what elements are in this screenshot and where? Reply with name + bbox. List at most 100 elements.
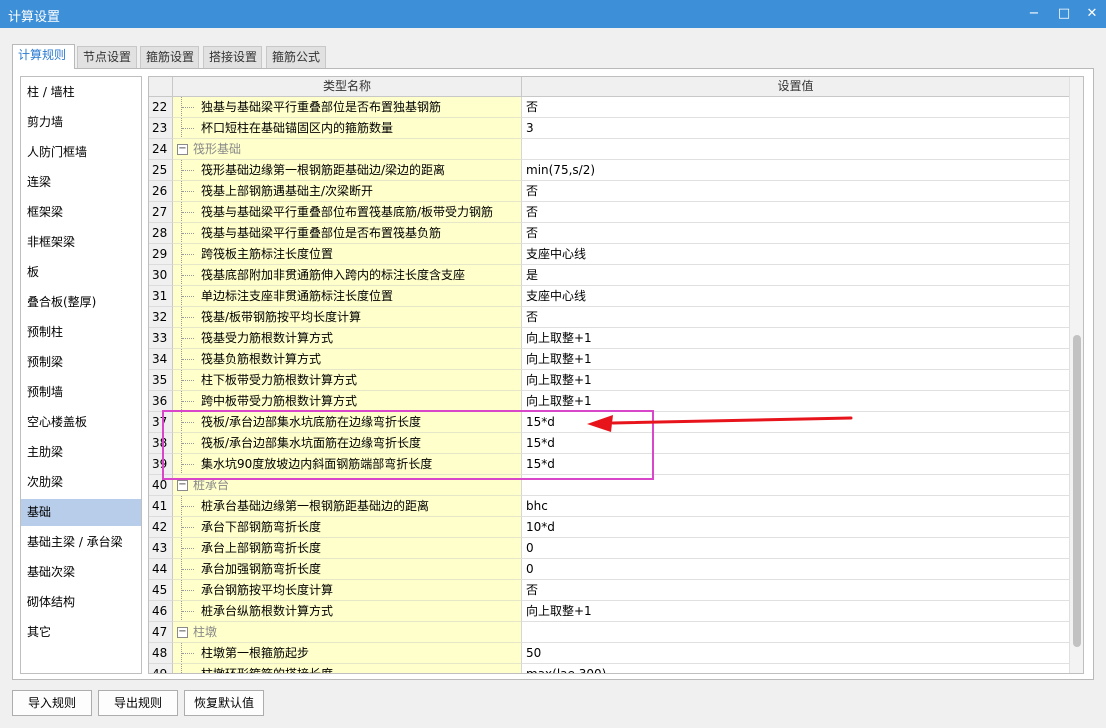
tab-stirrup-formula[interactable]: 箍筋公式 (266, 46, 326, 68)
export-rules-button[interactable]: 导出规则 (98, 690, 178, 716)
sidebar-item[interactable]: 板 (21, 259, 141, 286)
header-setting-value[interactable]: 设置值 (522, 77, 1069, 97)
table-row[interactable]: 43 承台上部钢筋弯折长度 0 (149, 538, 1069, 559)
setting-value-cell[interactable]: 向上取整+1 (522, 601, 1069, 622)
sidebar-item[interactable]: 其它 (21, 619, 141, 646)
setting-value-cell[interactable]: 50 (522, 643, 1069, 664)
table-row[interactable]: 27 筏基与基础梁平行重叠部位布置筏基底筋/板带受力钢筋 否 (149, 202, 1069, 223)
scrollbar-thumb[interactable] (1073, 335, 1081, 647)
tab-lap-settings[interactable]: 搭接设置 (203, 46, 262, 68)
table-row[interactable]: 38 筏板/承台边部集水坑面筋在边缘弯折长度 15*d (149, 433, 1069, 454)
table-row[interactable]: 37 筏板/承台边部集水坑底筋在边缘弯折长度 15*d (149, 412, 1069, 433)
setting-value-cell[interactable]: 向上取整+1 (522, 391, 1069, 412)
table-row[interactable]: 34 筏基负筋根数计算方式 向上取整+1 (149, 349, 1069, 370)
sidebar-item[interactable]: 基础次梁 (21, 559, 141, 586)
table-row[interactable]: 42 承台下部钢筋弯折长度 10*d (149, 517, 1069, 538)
setting-value-cell[interactable]: 15*d (522, 454, 1069, 475)
setting-value-cell[interactable]: 向上取整+1 (522, 370, 1069, 391)
group-row[interactable]: 40− 桩承台 (149, 475, 1069, 496)
sidebar-item[interactable]: 基础 (21, 499, 141, 526)
sidebar-item[interactable]: 叠合板(整厚) (21, 289, 141, 316)
sidebar-item[interactable]: 基础主梁 / 承台梁 (21, 529, 141, 556)
setting-value-cell[interactable]: 否 (522, 181, 1069, 202)
group-row[interactable]: 24− 筏形基础 (149, 139, 1069, 160)
table-row[interactable]: 25 筏形基础边缘第一根钢筋距基础边/梁边的距离 min(75,s/2) (149, 160, 1069, 181)
setting-value-cell[interactable]: 否 (522, 223, 1069, 244)
header-type-name[interactable]: 类型名称 (173, 77, 522, 97)
table-row[interactable]: 22 独基与基础梁平行重叠部位是否布置独基钢筋 否 (149, 97, 1069, 118)
setting-value-cell[interactable]: 10*d (522, 517, 1069, 538)
table-row[interactable]: 41 桩承台基础边缘第一根钢筋距基础边的距离 bhc (149, 496, 1069, 517)
table-row[interactable]: 44 承台加强钢筋弯折长度 0 (149, 559, 1069, 580)
sidebar-item[interactable]: 空心楼盖板 (21, 409, 141, 436)
table-row[interactable]: 39 集水坑90度放坡边内斜面钢筋端部弯折长度 15*d (149, 454, 1069, 475)
collapse-icon[interactable]: − (177, 480, 188, 491)
setting-value-cell[interactable]: 是 (522, 265, 1069, 286)
group-label: 桩承台 (193, 478, 230, 492)
setting-value-cell[interactable]: 否 (522, 580, 1069, 601)
tab-stirrup-settings[interactable]: 箍筋设置 (140, 46, 199, 68)
sidebar-item[interactable]: 预制墙 (21, 379, 141, 406)
sidebar-item[interactable]: 剪力墙 (21, 109, 141, 136)
setting-value-cell[interactable]: max(lae,300) (522, 664, 1069, 673)
table-row[interactable]: 35 柱下板带受力筋根数计算方式 向上取整+1 (149, 370, 1069, 391)
sidebar-item[interactable]: 连梁 (21, 169, 141, 196)
table-row[interactable]: 26 筏基上部钢筋遇基础主/次梁断开 否 (149, 181, 1069, 202)
setting-value-cell[interactable]: 15*d (522, 433, 1069, 454)
table-row[interactable]: 23 杯口短柱在基础锚固区内的箍筋数量 3 (149, 118, 1069, 139)
sidebar-item[interactable]: 主肋梁 (21, 439, 141, 466)
tree-line-icon (181, 517, 195, 537)
setting-value-cell[interactable]: 向上取整+1 (522, 349, 1069, 370)
tree-line-icon (181, 559, 195, 579)
maximize-icon[interactable]: □ (1050, 2, 1078, 26)
setting-value-cell[interactable]: 否 (522, 202, 1069, 223)
collapse-icon[interactable]: − (177, 144, 188, 155)
table-row[interactable]: 28 筏基与基础梁平行重叠部位是否布置筏基负筋 否 (149, 223, 1069, 244)
table-row[interactable]: 29 跨筏板主筋标注长度位置 支座中心线 (149, 244, 1069, 265)
type-name-label: 跨中板带受力筋根数计算方式 (201, 394, 358, 408)
row-number: 22 (149, 97, 173, 118)
setting-value-cell[interactable]: 15*d (522, 412, 1069, 433)
sidebar-item[interactable]: 预制梁 (21, 349, 141, 376)
collapse-icon[interactable]: − (177, 627, 188, 638)
sidebar-item[interactable]: 人防门框墙 (21, 139, 141, 166)
sidebar-item[interactable]: 框架梁 (21, 199, 141, 226)
setting-value-cell[interactable]: 否 (522, 97, 1069, 118)
table-row[interactable]: 45 承台钢筋按平均长度计算 否 (149, 580, 1069, 601)
setting-value-cell[interactable]: bhc (522, 496, 1069, 517)
tab-node-settings[interactable]: 节点设置 (77, 46, 137, 68)
type-name-cell: 筏基底部附加非贯通筋伸入跨内的标注长度含支座 (173, 265, 522, 286)
table-row[interactable]: 31 单边标注支座非贯通筋标注长度位置 支座中心线 (149, 286, 1069, 307)
type-name-cell: 承台下部钢筋弯折长度 (173, 517, 522, 538)
sidebar-item[interactable]: 预制柱 (21, 319, 141, 346)
sidebar-item[interactable]: 次肋梁 (21, 469, 141, 496)
close-icon[interactable]: ✕ (1078, 2, 1106, 26)
table-row[interactable]: 46 桩承台纵筋根数计算方式 向上取整+1 (149, 601, 1069, 622)
type-name-cell: 筏基/板带钢筋按平均长度计算 (173, 307, 522, 328)
setting-value-cell[interactable]: 3 (522, 118, 1069, 139)
setting-value-cell[interactable]: 0 (522, 559, 1069, 580)
sidebar-item[interactable]: 非框架梁 (21, 229, 141, 256)
setting-value-cell[interactable]: 0 (522, 538, 1069, 559)
sidebar-item[interactable]: 砌体结构 (21, 589, 141, 616)
table-row[interactable]: 48 柱墩第一根箍筋起步 50 (149, 643, 1069, 664)
tab-calculation-rules[interactable]: 计算规则 (12, 44, 75, 69)
table-row[interactable]: 49 柱墩环形箍筋的搭接长度 max(lae,300) (149, 664, 1069, 673)
type-name-cell: 柱下板带受力筋根数计算方式 (173, 370, 522, 391)
table-row[interactable]: 32 筏基/板带钢筋按平均长度计算 否 (149, 307, 1069, 328)
setting-value-cell[interactable]: min(75,s/2) (522, 160, 1069, 181)
setting-value-cell[interactable]: 向上取整+1 (522, 328, 1069, 349)
table-row[interactable]: 30 筏基底部附加非贯通筋伸入跨内的标注长度含支座 是 (149, 265, 1069, 286)
setting-value-cell[interactable]: 否 (522, 307, 1069, 328)
restore-defaults-button[interactable]: 恢复默认值 (184, 690, 264, 716)
import-rules-button[interactable]: 导入规则 (12, 690, 92, 716)
table-row[interactable]: 36 跨中板带受力筋根数计算方式 向上取整+1 (149, 391, 1069, 412)
sidebar-item[interactable]: 柱 / 墙柱 (21, 79, 141, 106)
group-row[interactable]: 47− 柱墩 (149, 622, 1069, 643)
setting-value-cell[interactable]: 支座中心线 (522, 244, 1069, 265)
table-row[interactable]: 33 筏基受力筋根数计算方式 向上取整+1 (149, 328, 1069, 349)
setting-value-cell[interactable]: 支座中心线 (522, 286, 1069, 307)
tree-line-icon (181, 580, 195, 600)
vertical-scrollbar[interactable] (1069, 77, 1083, 673)
minimize-icon[interactable]: − (1020, 2, 1048, 26)
